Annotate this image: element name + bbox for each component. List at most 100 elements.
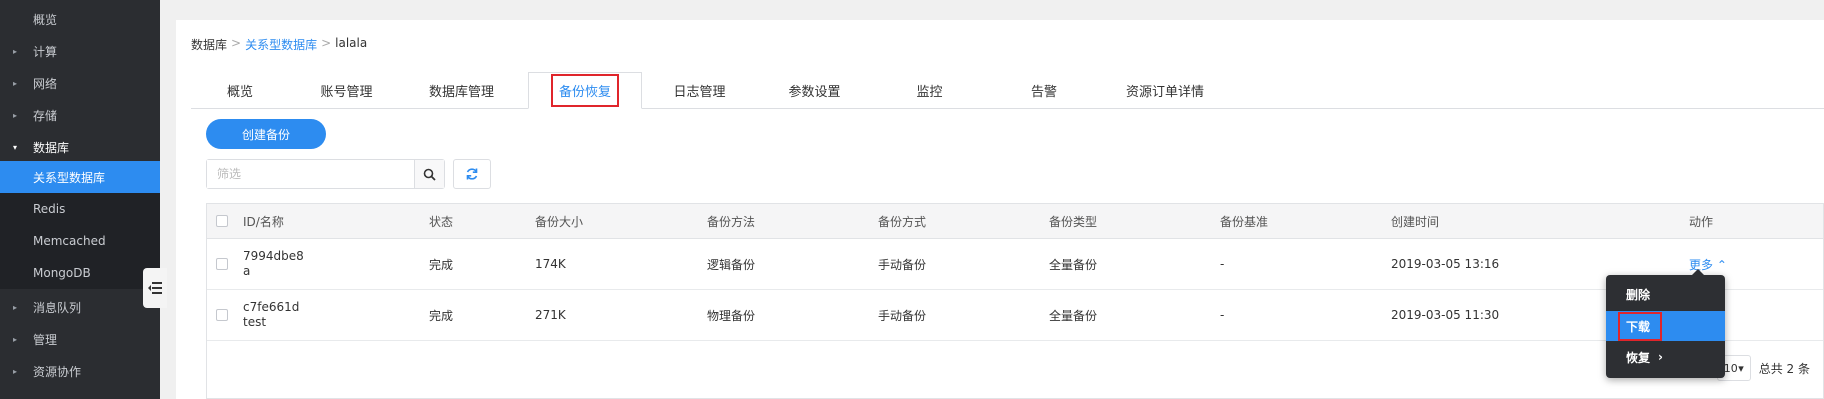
sidebar-item-label: MongoDB <box>33 266 91 280</box>
backup-table: ID/名称 状态 备份大小 备份方法 备份方式 备份类型 备份基准 创建时间 动… <box>206 203 1824 399</box>
dropdown-item-label: 恢复 <box>1626 350 1651 365</box>
row-checkbox[interactable] <box>216 309 228 321</box>
main-panel: 数据库 > 关系型数据库 > lalala 概览 账号管理 数据库管理 备份恢复… <box>176 20 1824 399</box>
sidebar-item-memcached[interactable]: Memcached <box>0 225 160 257</box>
header-mode: 备份方式 <box>878 214 927 229</box>
header-method: 备份方法 <box>707 214 756 229</box>
tab-label: 备份恢复 <box>550 74 619 107</box>
header-action: 动作 <box>1689 214 1714 229</box>
collapse-menu-icon[interactable] <box>143 268 167 308</box>
sidebar-item-label: 消息队列 <box>33 300 82 315</box>
pagination: 10 ▾ 总共 2 条 <box>1716 355 1810 381</box>
chevron-right-icon: ▸ <box>13 110 18 120</box>
sidebar-item-label: 数据库 <box>33 140 70 155</box>
dropdown-item-download[interactable]: 下载 <box>1606 311 1725 341</box>
header-status: 状态 <box>429 214 454 229</box>
sidebar-item-rdb[interactable]: 关系型数据库 <box>0 161 160 193</box>
tab-databases[interactable]: 数据库管理 <box>404 72 519 109</box>
tab-alerts[interactable]: 告警 <box>987 72 1101 109</box>
search-icon <box>423 168 436 181</box>
table-row: 7994dbe8 a 完成 174K 逻辑备份 手动备份 全量备份 - 2019… <box>207 239 1823 290</box>
dropdown-item-label: 下载 <box>1618 311 1663 341</box>
dropdown-item-label: 删除 <box>1626 287 1651 302</box>
row-checkbox[interactable] <box>216 258 228 270</box>
breadcrumb-separator: > <box>321 36 332 50</box>
row-type: 全量备份 <box>1049 257 1098 272</box>
chevron-right-icon: › <box>1658 350 1663 364</box>
breadcrumb-separator: > <box>231 36 242 50</box>
select-all-checkbox[interactable] <box>216 215 228 227</box>
dropdown-item-delete[interactable]: 删除 <box>1606 279 1725 309</box>
filter-input[interactable] <box>207 160 414 188</box>
row-name: test <box>243 315 267 329</box>
breadcrumb-link[interactable]: 关系型数据库 <box>245 36 317 53</box>
row-name: a <box>243 264 251 278</box>
row-id-name: 7994dbe8 a <box>243 239 304 289</box>
row-base: - <box>1220 308 1225 322</box>
row-method: 物理备份 <box>707 308 756 323</box>
sidebar: 概览 ▸ 计算 ▸ 网络 ▸ 存储 ▾ 数据库 关系型数据库 Redis Mem… <box>0 0 160 399</box>
tab-order-details[interactable]: 资源订单详情 <box>1101 72 1229 109</box>
sidebar-item-network[interactable]: ▸ 网络 <box>0 67 160 99</box>
header-base: 备份基准 <box>1220 214 1269 229</box>
sidebar-item-redis[interactable]: Redis <box>0 193 160 225</box>
row-size: 174K <box>535 257 566 271</box>
header-created[interactable]: 创建时间 <box>1391 204 1439 238</box>
header-size: 备份大小 <box>535 214 584 229</box>
tab-monitor[interactable]: 监控 <box>872 72 987 109</box>
row-method: 逻辑备份 <box>707 257 756 272</box>
row-id[interactable]: c7fe661d <box>243 300 299 315</box>
sidebar-item-label: 网络 <box>33 76 58 91</box>
tab-overview[interactable]: 概览 <box>191 72 289 109</box>
breadcrumb-root[interactable]: 数据库 <box>191 36 227 53</box>
row-id-name: c7fe661d test <box>243 290 299 340</box>
total-count: 总共 2 条 <box>1758 361 1810 376</box>
breadcrumb-current: lalala <box>335 36 368 50</box>
page-size-value: 10 <box>1723 361 1738 375</box>
tab-bar: 概览 账号管理 数据库管理 备份恢复 日志管理 参数设置 监控 告警 资源订单详… <box>191 72 1824 109</box>
refresh-button[interactable] <box>453 159 491 189</box>
chevron-right-icon: ▸ <box>13 366 18 376</box>
sidebar-item-label: 计算 <box>33 44 58 59</box>
header-id-name[interactable]: ID/名称 <box>243 204 284 238</box>
filter-box <box>206 159 445 189</box>
row-status: 完成 <box>429 257 454 272</box>
create-backup-button[interactable]: 创建备份 <box>206 119 326 149</box>
sidebar-item-label: 资源协作 <box>33 364 82 379</box>
row-mode: 手动备份 <box>878 257 927 272</box>
row-type: 全量备份 <box>1049 308 1098 323</box>
sidebar-item-compute[interactable]: ▸ 计算 <box>0 35 160 67</box>
sidebar-item-label: 关系型数据库 <box>33 170 106 185</box>
chevron-down-icon: ▾ <box>13 142 18 152</box>
row-status: 完成 <box>429 308 454 323</box>
row-base: - <box>1220 257 1225 271</box>
breadcrumb: 数据库 > 关系型数据库 > lalala <box>191 36 367 53</box>
sidebar-item-overview[interactable]: 概览 <box>0 3 160 35</box>
sidebar-item-label: Memcached <box>33 234 106 248</box>
sidebar-item-database[interactable]: ▾ 数据库 <box>0 131 160 163</box>
table-header: ID/名称 状态 备份大小 备份方法 备份方式 备份类型 备份基准 创建时间 动… <box>207 204 1823 239</box>
tab-logs[interactable]: 日志管理 <box>642 72 757 109</box>
header-type: 备份类型 <box>1049 214 1098 229</box>
sidebar-item-mongodb[interactable]: MongoDB <box>0 257 160 289</box>
chevron-right-icon: ▸ <box>13 334 18 344</box>
row-created: 2019-03-05 13:16 <box>1391 257 1500 271</box>
tab-backup-restore[interactable]: 备份恢复 <box>528 72 642 109</box>
refresh-icon <box>466 168 478 180</box>
tab-accounts[interactable]: 账号管理 <box>289 72 404 109</box>
more-actions-dropdown: 删除 下载 恢复 › <box>1606 269 1725 378</box>
caret-down-icon: ▾ <box>1738 361 1744 375</box>
table-row: c7fe661d test 完成 271K 物理备份 手动备份 全量备份 - 2… <box>207 290 1823 341</box>
dropdown-item-restore[interactable]: 恢复 › <box>1606 342 1725 372</box>
sidebar-item-mq[interactable]: ▸ 消息队列 <box>0 291 160 323</box>
chevron-right-icon: ▸ <box>13 302 18 312</box>
row-size: 271K <box>535 308 566 322</box>
chevron-right-icon: ▸ <box>13 78 18 88</box>
sidebar-item-storage[interactable]: ▸ 存储 <box>0 99 160 131</box>
row-mode: 手动备份 <box>878 308 927 323</box>
search-button[interactable] <box>414 160 444 188</box>
tab-params[interactable]: 参数设置 <box>757 72 872 109</box>
sidebar-item-collab[interactable]: ▸ 资源协作 <box>0 355 160 387</box>
sidebar-item-manage[interactable]: ▸ 管理 <box>0 323 160 355</box>
row-id[interactable]: 7994dbe8 <box>243 249 304 264</box>
